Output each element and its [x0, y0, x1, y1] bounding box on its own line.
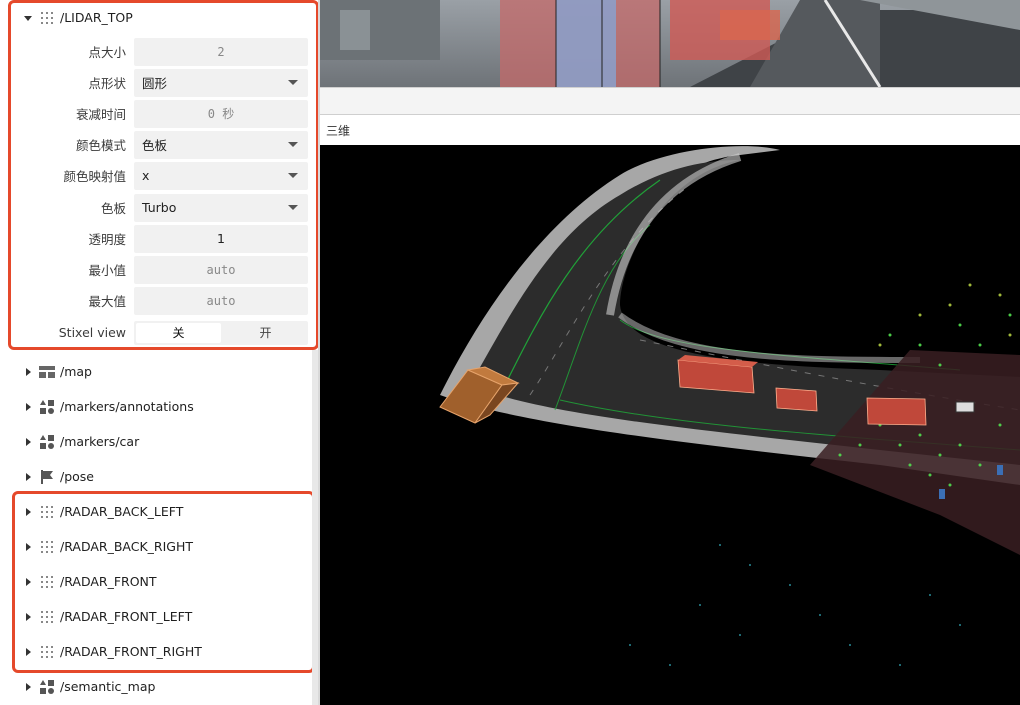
opacity-input[interactable]: 1 — [134, 224, 308, 253]
chevron-down-icon — [288, 172, 298, 178]
point-cloud-icon — [39, 10, 55, 26]
setting-max-value: 最大值 auto — [12, 285, 310, 316]
setting-label: 色板 — [100, 201, 126, 216]
setting-colormap: 色板 Turbo — [12, 192, 310, 223]
setting-label: 颜色模式 — [75, 138, 126, 153]
settings-sidebar: /LIDAR_TOP 点大小 2 点形状 圆形 衰减时间 0 秒 颜色模式 色板… — [0, 0, 318, 705]
setting-label: 透明度 — [88, 232, 126, 247]
topic-label: /RADAR_FRONT_RIGHT — [60, 644, 202, 659]
max-value-input[interactable]: auto — [134, 286, 308, 315]
topic-label: /pose — [60, 469, 94, 484]
map-grid-icon — [39, 364, 55, 380]
topic-label: /semantic_map — [60, 679, 156, 694]
point-cloud-icon — [39, 574, 55, 590]
stixel-on-option[interactable]: 开 — [223, 321, 308, 345]
shapes-icon — [39, 679, 55, 695]
setting-decay-time: 衰减时间 0 秒 — [12, 98, 310, 129]
caret-right-icon[interactable] — [23, 682, 33, 692]
topic-row-radar-front[interactable]: /RADAR_FRONT — [0, 564, 318, 599]
select-value: x — [142, 168, 150, 183]
color-by-select[interactable]: x — [134, 161, 308, 190]
chevron-down-icon — [288, 141, 298, 147]
min-value-input[interactable]: auto — [134, 255, 308, 284]
chevron-down-icon — [288, 204, 298, 210]
decay-time-input[interactable]: 0 秒 — [134, 99, 308, 128]
camera-footer-strip — [320, 87, 1020, 115]
caret-right-icon[interactable] — [23, 542, 33, 552]
topic-label: /RADAR_FRONT_LEFT — [60, 609, 193, 624]
color-mode-select[interactable]: 色板 — [134, 130, 308, 159]
topic-label: /markers/annotations — [60, 399, 194, 414]
topic-row-radar-front-right[interactable]: /RADAR_FRONT_RIGHT — [0, 634, 318, 669]
setting-min-value: 最小值 auto — [12, 254, 310, 285]
setting-label: Stixel view — [58, 325, 126, 340]
topic-row-pose[interactable]: /pose — [0, 459, 318, 494]
colormap-select[interactable]: Turbo — [134, 193, 308, 222]
setting-label: 颜色映射值 — [63, 169, 126, 184]
setting-color-by: 颜色映射值 x — [12, 160, 310, 191]
caret-right-icon[interactable] — [23, 472, 33, 482]
point-cloud-icon — [39, 539, 55, 555]
3d-viewport[interactable] — [320, 145, 1020, 705]
topic-label: /LIDAR_TOP — [60, 10, 133, 25]
topic-label: /map — [60, 364, 92, 379]
setting-color-mode: 颜色模式 色板 — [12, 129, 310, 160]
point-cloud-icon — [39, 644, 55, 660]
topic-label: /RADAR_FRONT — [60, 574, 157, 589]
chevron-down-icon — [288, 79, 298, 85]
caret-right-icon[interactable] — [23, 612, 33, 622]
flag-icon — [39, 469, 55, 485]
topic-label: /markers/car — [60, 434, 140, 449]
camera-image — [320, 0, 1020, 87]
stixel-toggle[interactable]: 关 开 — [134, 320, 308, 345]
topic-row-lidar-top[interactable]: /LIDAR_TOP — [0, 0, 318, 35]
topic-row-radar-back-left[interactable]: /RADAR_BACK_LEFT — [0, 494, 318, 529]
caret-down-icon[interactable] — [23, 13, 33, 23]
shapes-icon — [39, 434, 55, 450]
setting-label: 最大值 — [88, 294, 126, 309]
point-shape-select[interactable]: 圆形 — [134, 68, 308, 97]
caret-right-icon[interactable] — [23, 577, 33, 587]
setting-opacity: 透明度 1 — [12, 223, 310, 254]
select-value: 色板 — [142, 138, 168, 153]
camera-image-panel — [320, 0, 1020, 87]
topic-row-radar-back-right[interactable]: /RADAR_BACK_RIGHT — [0, 529, 318, 564]
caret-right-icon[interactable] — [23, 367, 33, 377]
select-value: 圆形 — [142, 76, 168, 91]
setting-label: 最小值 — [88, 263, 126, 278]
shapes-icon — [39, 399, 55, 415]
setting-label: 点形状 — [88, 76, 126, 91]
caret-right-icon[interactable] — [23, 507, 33, 517]
point-cloud-icon — [39, 504, 55, 520]
topic-label: /RADAR_BACK_RIGHT — [60, 539, 194, 554]
panel-3d-header: 三维 — [320, 114, 1020, 146]
caret-right-icon[interactable] — [23, 437, 33, 447]
stixel-off-option[interactable]: 关 — [136, 322, 221, 343]
point-cloud-icon — [39, 609, 55, 625]
setting-label: 点大小 — [88, 45, 126, 60]
setting-point-shape: 点形状 圆形 — [12, 67, 310, 98]
topic-row-markers-annotations[interactable]: /markers/annotations — [0, 389, 318, 424]
caret-right-icon[interactable] — [23, 647, 33, 657]
topic-label: /RADAR_BACK_LEFT — [60, 504, 184, 519]
select-value: Turbo — [142, 200, 177, 215]
caret-right-icon[interactable] — [23, 402, 33, 412]
topic-row-radar-front-left[interactable]: /RADAR_FRONT_LEFT — [0, 599, 318, 634]
panel-title: 三维 — [326, 123, 351, 138]
setting-stixel-view: Stixel view 关 开 — [12, 317, 310, 348]
point-cloud-scene — [320, 145, 1020, 705]
topic-row-markers-car[interactable]: /markers/car — [0, 424, 318, 459]
topic-row-map[interactable]: /map — [0, 354, 318, 389]
point-size-input[interactable]: 2 — [134, 37, 308, 66]
setting-label: 衰减时间 — [75, 107, 126, 122]
topic-row-semantic-map[interactable]: /semantic_map — [0, 669, 318, 704]
setting-point-size: 点大小 2 — [12, 36, 310, 67]
